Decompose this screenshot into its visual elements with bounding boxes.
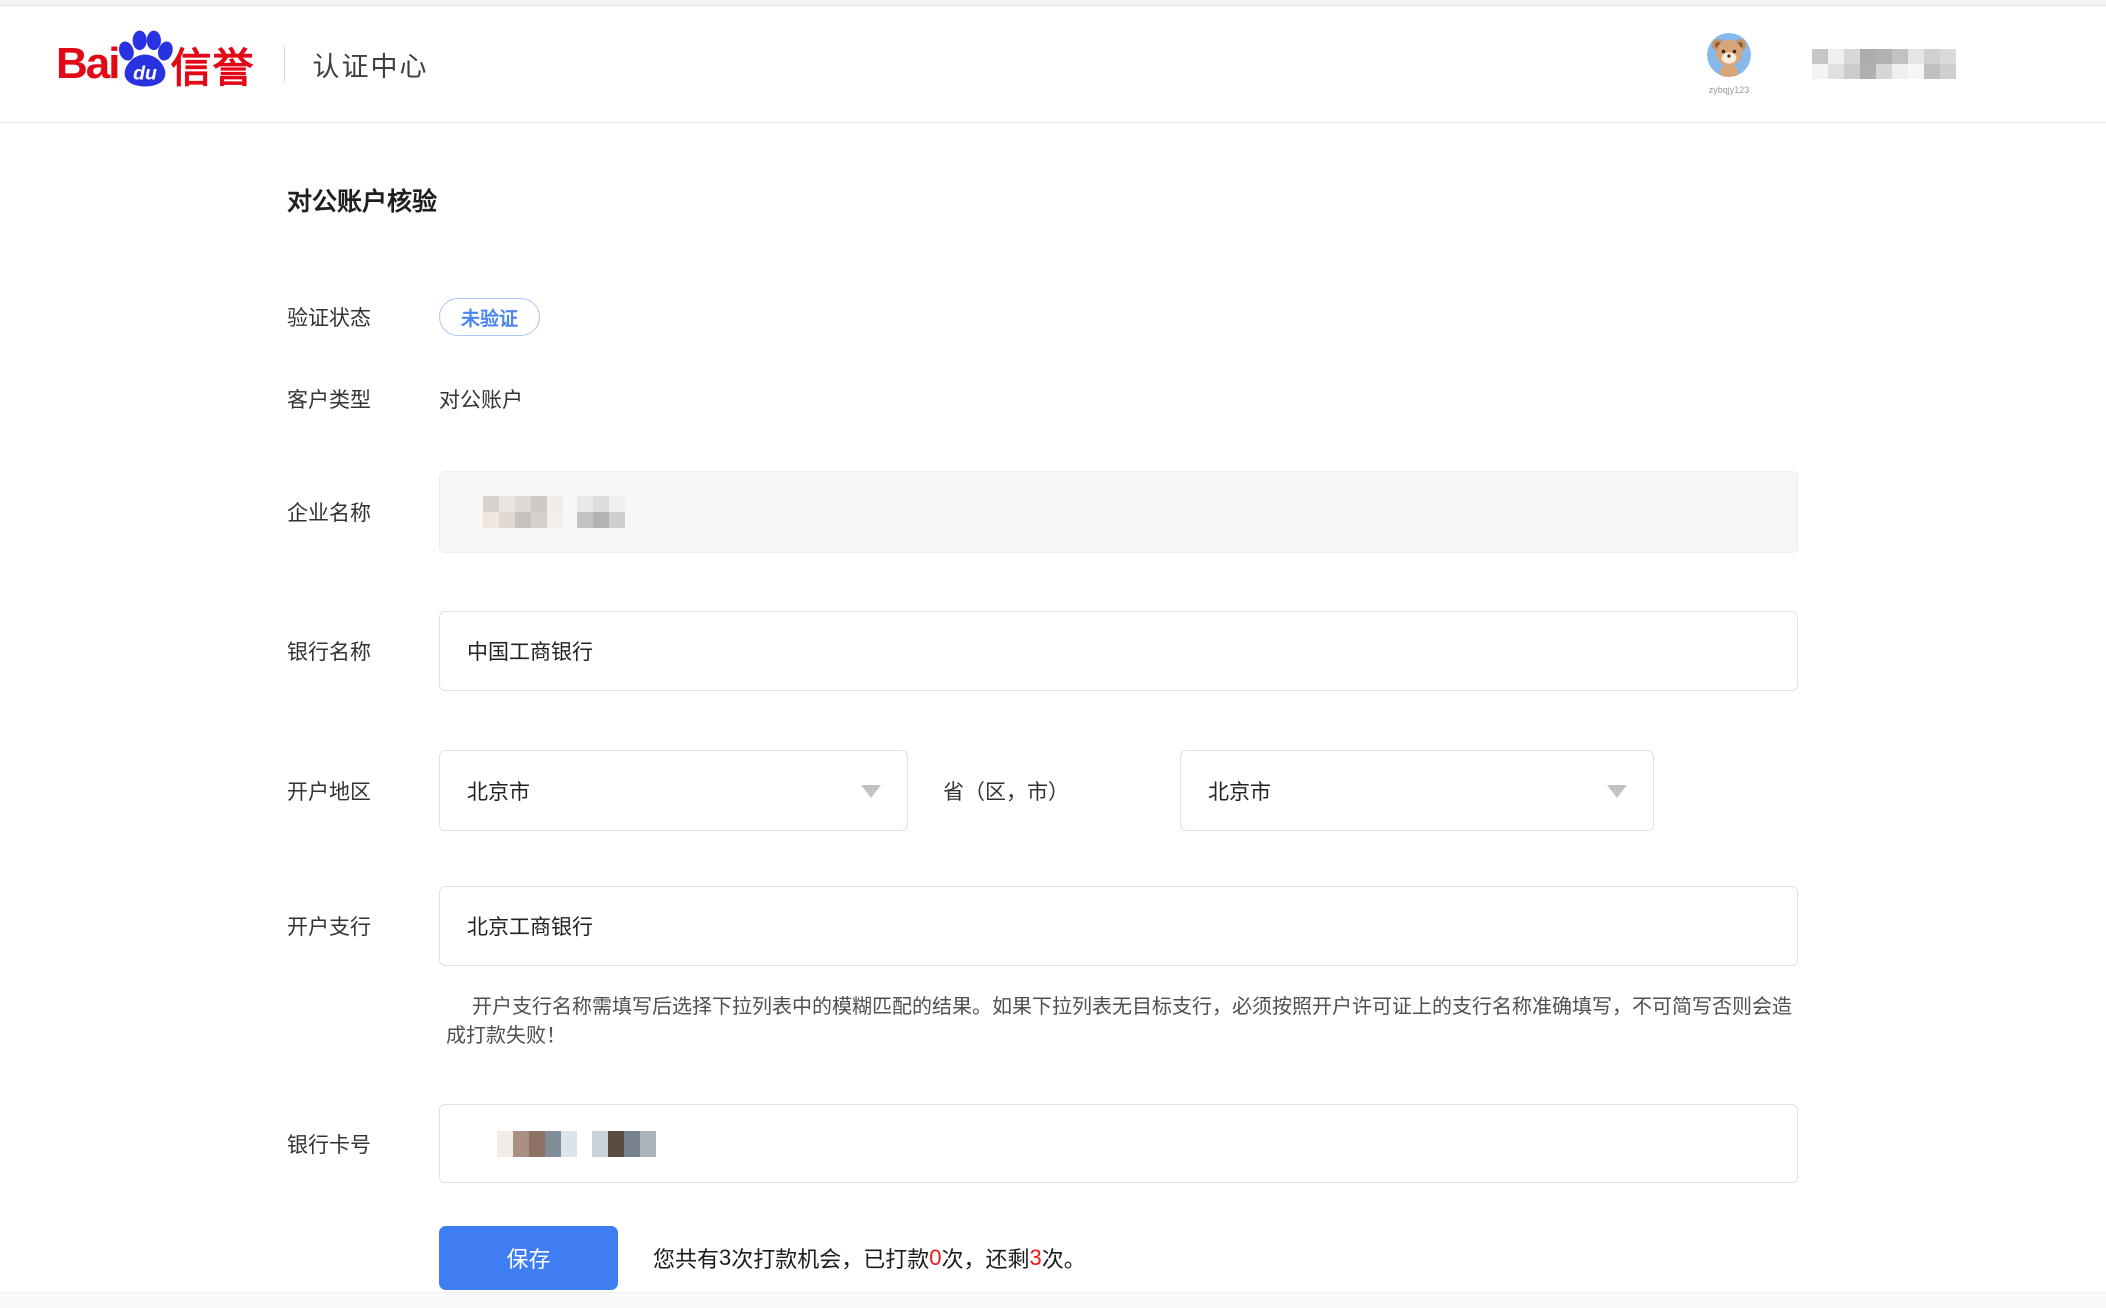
- row-bank-name: 银行名称: [287, 611, 1798, 691]
- attempts-suffix: 次。: [1042, 1242, 1086, 1274]
- card-number-label: 银行卡号: [287, 1129, 439, 1159]
- logo-text-bai: Bai: [56, 39, 118, 89]
- company-name-input[interactable]: [439, 471, 1798, 553]
- customer-type-label: 客户类型: [287, 384, 439, 414]
- redacted-card-number: [497, 1131, 656, 1157]
- logo-text-brand: 信誉: [170, 34, 254, 94]
- bank-name-input[interactable]: [439, 611, 1798, 691]
- row-company-name: 企业名称: [287, 471, 1798, 553]
- attempts-mid1: 次打款机会，已打款: [731, 1242, 929, 1274]
- branch-label: 开户支行: [287, 911, 439, 941]
- row-region: 开户地区 北京市 省（区，市） 北京市: [287, 750, 1654, 831]
- row-customer-type: 客户类型 对公账户: [287, 383, 523, 415]
- baidu-paw-icon: du: [114, 30, 176, 93]
- chevron-down-icon: [1607, 785, 1627, 798]
- row-branch: 开户支行: [287, 886, 1798, 966]
- bear-avatar-icon: [1707, 33, 1751, 82]
- city-select[interactable]: 北京市: [1180, 750, 1654, 831]
- branch-input[interactable]: [439, 886, 1798, 966]
- row-card-number: 银行卡号: [287, 1104, 1798, 1183]
- row-verify-status: 验证状态 未验证: [287, 297, 540, 337]
- page-title: 对公账户核验: [287, 182, 437, 218]
- redacted-company-name: [483, 496, 625, 528]
- province-select[interactable]: 北京市: [439, 750, 908, 831]
- branch-help-text: 开户支行名称需填写后选择下拉列表中的模糊匹配的结果。如果下拉列表无目标支行，必须…: [446, 993, 1802, 1051]
- region-middle-label: 省（区，市）: [943, 776, 1180, 806]
- avatar-caption: zybqjy123: [1709, 85, 1750, 95]
- attempts-note: 您共有3次打款机会，已打款0次，还剩3次。: [653, 1226, 1086, 1290]
- corporate-account-verification-page: Bai du 信誉 认证中心: [0, 0, 2106, 1308]
- status-badge: 未验证: [439, 298, 540, 336]
- attempts-remaining: 3: [1030, 1245, 1042, 1271]
- redacted-username: [1812, 49, 1956, 79]
- attempts-prefix: 您共有: [653, 1242, 719, 1274]
- header-title: 认证中心: [312, 45, 428, 84]
- chevron-down-icon: [861, 785, 881, 798]
- user-block: zybqjy123: [1694, 33, 1956, 95]
- attempts-mid2: 次，还剩: [942, 1242, 1030, 1274]
- header-divider: [284, 46, 285, 82]
- logo-text-du: du: [134, 62, 158, 84]
- bank-name-label: 银行名称: [287, 636, 439, 666]
- footer-strip: [0, 1292, 2106, 1308]
- save-button[interactable]: 保存: [439, 1226, 618, 1290]
- attempts-total: 3: [719, 1245, 731, 1271]
- city-select-value: 北京市: [1208, 776, 1271, 806]
- verify-status-label: 验证状态: [287, 302, 439, 332]
- user-avatar[interactable]: zybqjy123: [1694, 33, 1764, 95]
- baidu-xinyu-logo[interactable]: Bai du 信誉: [56, 30, 254, 99]
- attempts-used: 0: [929, 1245, 941, 1271]
- company-name-label: 企业名称: [287, 497, 439, 527]
- header: Bai du 信誉 认证中心: [0, 6, 2106, 123]
- region-label: 开户地区: [287, 776, 439, 806]
- province-select-value: 北京市: [467, 776, 530, 806]
- customer-type-value: 对公账户: [439, 384, 523, 414]
